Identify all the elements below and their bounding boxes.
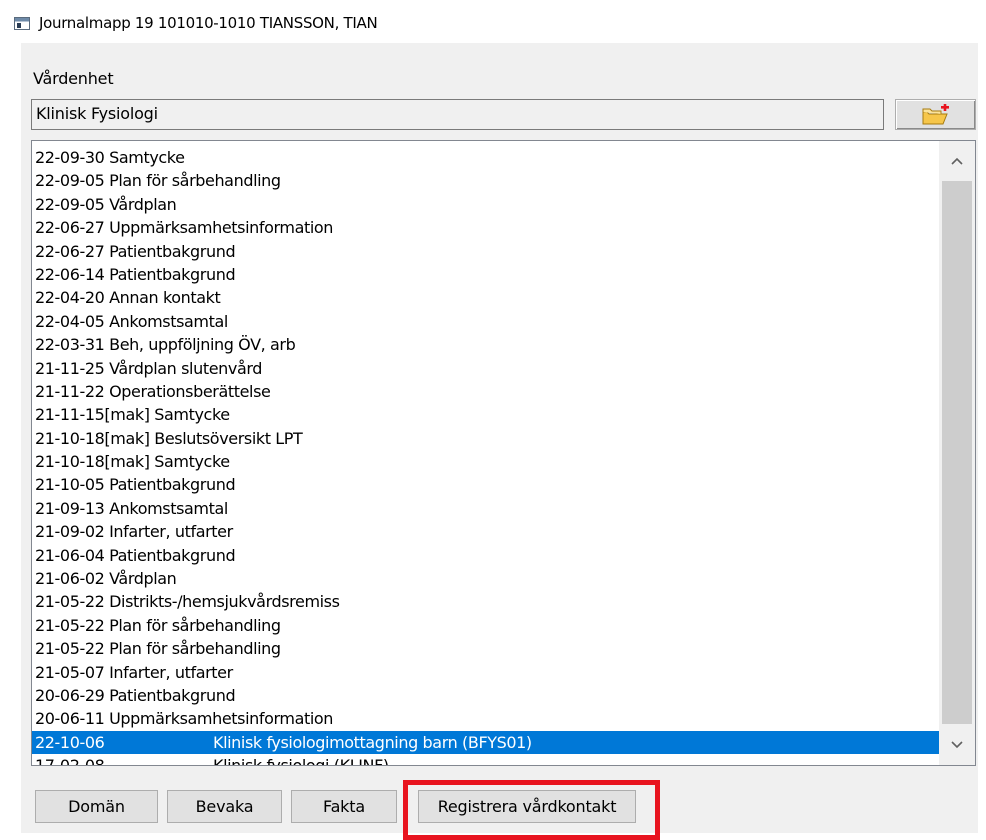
journal-entry[interactable]: 21-09-13 Ankomstsamtal — [32, 497, 940, 520]
domain-button[interactable]: Domän — [35, 790, 158, 823]
journal-entry[interactable]: 21-05-07 Infarter, utfarter — [32, 661, 940, 684]
journal-entry[interactable]: 22-06-14 Patientbakgrund — [32, 263, 940, 286]
vertical-scrollbar[interactable] — [939, 141, 975, 765]
journal-listbox[interactable]: 22-09-30 Samtycke 22-09-05 Plan för sårbe… — [31, 140, 976, 766]
facts-button[interactable]: Fakta — [291, 790, 397, 823]
journal-entry[interactable]: 21-11-25 Vårdplan slutenvård — [32, 357, 940, 380]
care-unit-label: Vårdenhet — [33, 69, 114, 88]
care-contact-unit: Klinisk fysiologimottagning barn (BFYS01… — [213, 732, 532, 752]
watch-button[interactable]: Bevaka — [167, 790, 282, 823]
journal-entry[interactable]: 21-11-22 Operationsberättelse — [32, 380, 940, 403]
journal-entry[interactable]: 22-04-20 Annan kontakt — [32, 286, 940, 309]
app-window-icon — [14, 16, 30, 30]
care-contact-date: 22-10-06 — [35, 732, 105, 752]
journal-entry[interactable]: 21-11-15[mak] Samtycke — [32, 403, 940, 426]
journal-entry[interactable]: 21-10-05 Patientbakgrund — [32, 473, 940, 496]
scroll-up-button[interactable] — [939, 141, 975, 181]
journal-entry[interactable]: 22-06-27 Patientbakgrund — [32, 240, 940, 263]
journal-entry[interactable]: 21-06-04 Patientbakgrund — [32, 544, 940, 567]
journal-entry[interactable]: 21-06-02 Vårdplan — [32, 567, 940, 590]
window-titlebar: Journalmapp 19 101010-1010 TIANSSON, TIA… — [14, 10, 378, 36]
journal-entry[interactable]: 21-05-22 Plan för sårbehandling — [32, 614, 940, 637]
journal-entry[interactable]: 21-10-18[mak] Beslutsöversikt LPT — [32, 427, 940, 450]
journal-entry[interactable]: 20-06-29 Patientbakgrund — [32, 684, 940, 707]
add-folder-button[interactable] — [895, 99, 976, 130]
journal-entry[interactable]: 21-10-18[mak] Samtycke — [32, 450, 940, 473]
scroll-down-button[interactable] — [939, 725, 975, 765]
journal-entry[interactable]: 22-09-05 Vårdplan — [32, 193, 940, 216]
journal-entry[interactable]: 22-04-05 Ankomstsamtal — [32, 310, 940, 333]
care-unit-field[interactable]: Klinisk Fysiologi — [31, 99, 884, 130]
journal-entry[interactable]: 22-03-31 Beh, uppföljning ÖV, arb — [32, 333, 940, 356]
journal-entry[interactable]: 21-05-22 Distrikts-/hemsjukvårdsremiss — [32, 590, 940, 613]
scroll-thumb[interactable] — [942, 181, 972, 724]
journal-entry[interactable]: 22-09-30 Samtycke — [32, 146, 940, 169]
journal-entry[interactable]: 22-06-27 Uppmärksamhetsinformation — [32, 216, 940, 239]
care-contact-unit: Klinisk fysiologi (KLINF) — [213, 756, 389, 766]
register-care-contact-button[interactable]: Registrera vårdkontakt — [418, 790, 636, 823]
window-title: Journalmapp 19 101010-1010 TIANSSON, TIA… — [39, 14, 378, 32]
journal-entry[interactable]: 21-09-02 Infarter, utfarter — [32, 520, 940, 543]
folder-add-icon — [922, 103, 949, 124]
chevron-down-icon — [951, 741, 963, 749]
journal-list: 22-09-30 Samtycke 22-09-05 Plan för sårbe… — [32, 146, 940, 766]
journal-entry[interactable]: 21-05-22 Plan för sårbehandling — [32, 637, 940, 660]
care-contact-row-selected[interactable]: 22-10-06 Klinisk fysiologimottagning barn… — [32, 730, 940, 755]
care-contact-date: 17-02-08 — [35, 756, 105, 766]
chevron-up-icon — [951, 157, 963, 165]
journal-entry[interactable]: 22-09-05 Plan för sårbehandling — [32, 169, 940, 192]
journal-entry[interactable]: 20-06-11 Uppmärksamhetsinformation — [32, 707, 940, 730]
care-contact-row[interactable]: 17-02-08 Klinisk fysiologi (KLINF) — [32, 754, 940, 766]
